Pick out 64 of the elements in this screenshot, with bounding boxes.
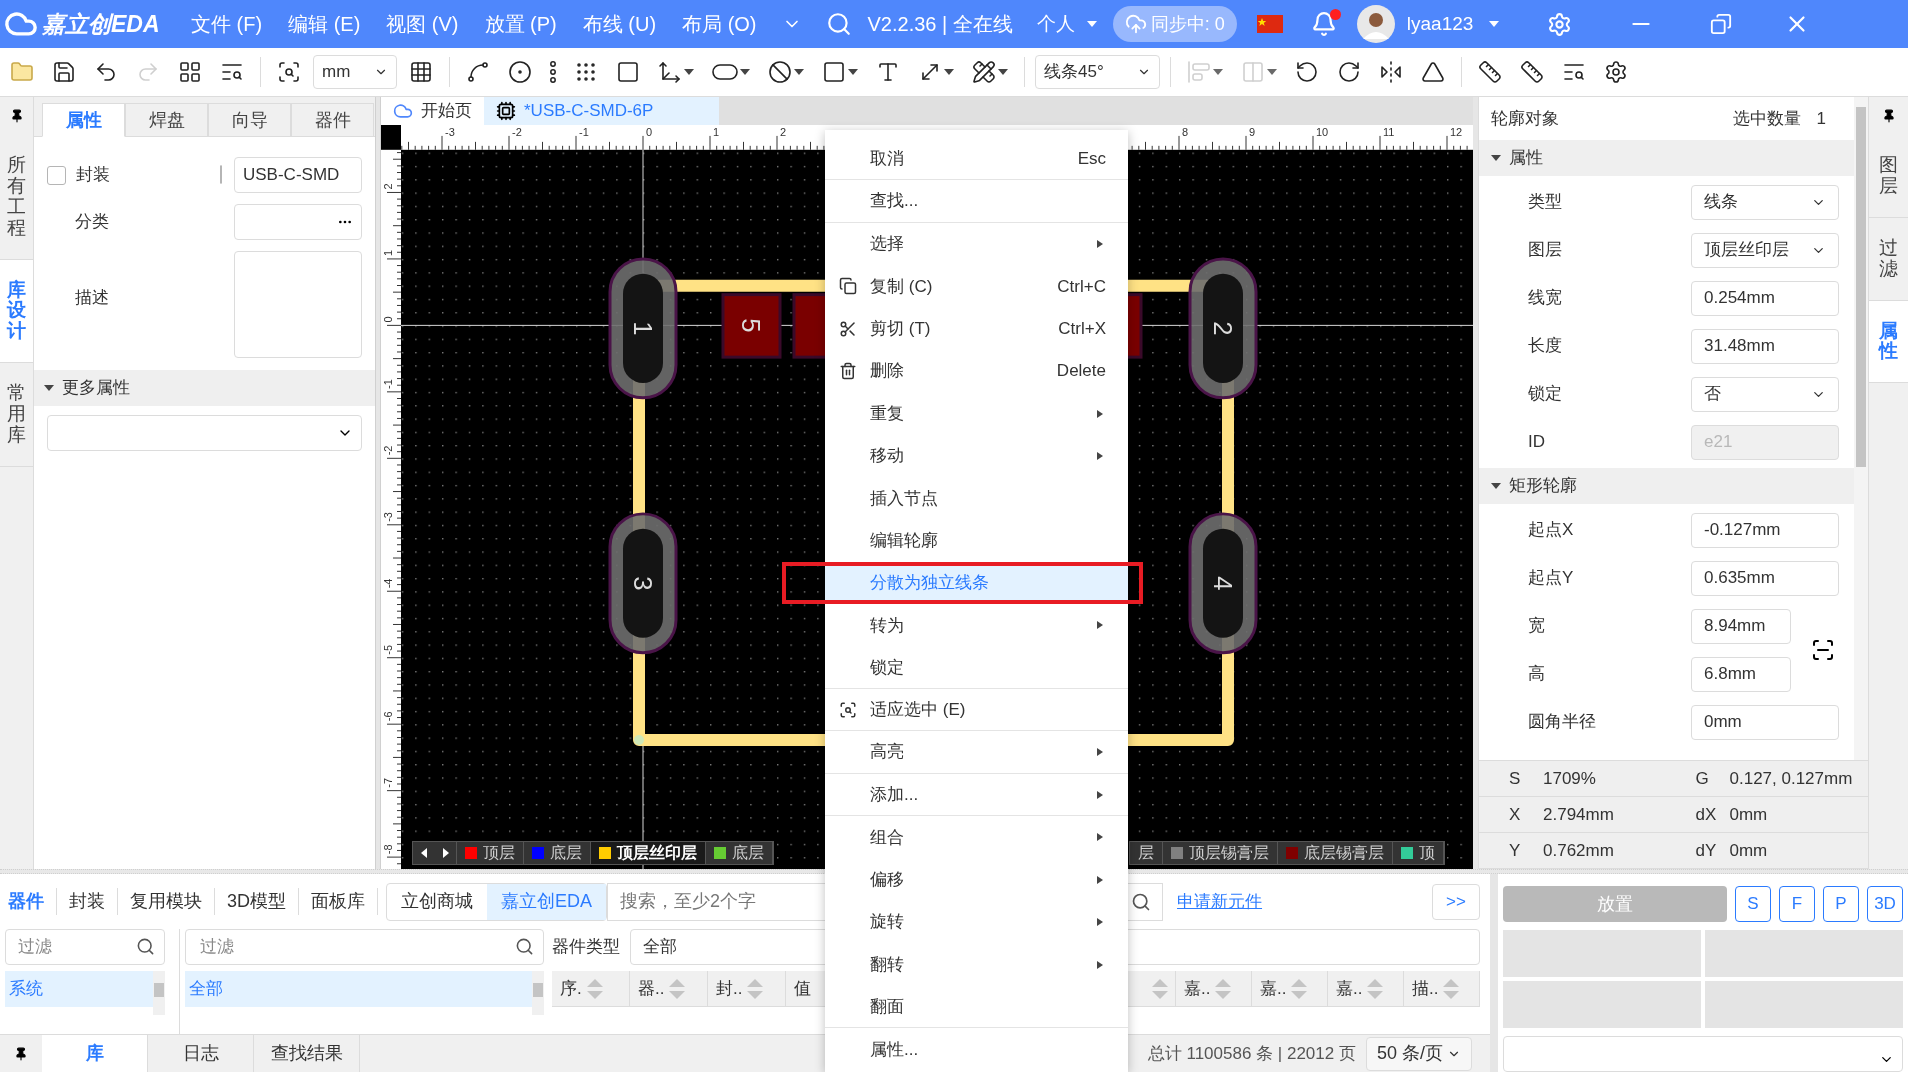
ruler-label: -8 <box>381 844 394 855</box>
ruler-label: -4 <box>381 578 394 589</box>
property-label: 高 <box>1528 663 1546 686</box>
ruler-label: -1 <box>579 125 589 138</box>
field-label: 分类 <box>75 211 109 234</box>
ruler-label: 11 <box>1383 125 1395 138</box>
pad-number: 4 <box>1209 576 1238 591</box>
ruler-label: 12 <box>1450 125 1463 138</box>
status-label: Y <box>1509 839 1522 862</box>
object-type: 轮廓对象 <box>1491 107 1559 130</box>
status-value: 0.127, 0.127mm <box>1729 767 1853 790</box>
ruler-label: 2 <box>381 183 394 190</box>
ruler-label: 0 <box>646 125 653 138</box>
pad-number: 5 <box>737 318 766 333</box>
selection-count: 1 <box>1816 107 1826 130</box>
property-label: ID <box>1528 431 1546 454</box>
property-label: 宽 <box>1528 615 1546 638</box>
pagination-summary: 总计 1100586 条 | 22012 页 <box>1147 1042 1356 1065</box>
ruler-label: 2 <box>780 125 787 138</box>
shortcut-label: Esc <box>1077 147 1106 170</box>
ruler-label: -7 <box>381 777 394 788</box>
selection-count-label: 选中数量 <box>1732 107 1801 130</box>
field-label: 器件类型 <box>552 936 620 959</box>
field-label: 描述 <box>75 287 109 309</box>
property-label: 起点X <box>1528 519 1575 542</box>
ruler-label: -2 <box>381 445 394 456</box>
status-label: dY <box>1695 839 1718 862</box>
ruler-label: 8 <box>1182 125 1189 138</box>
ruler-label: 0 <box>381 316 394 323</box>
shortcut-label: Delete <box>1056 360 1106 383</box>
ruler-label: -3 <box>445 125 455 138</box>
ruler-label: 9 <box>1249 125 1256 138</box>
status-value: 0mm <box>1729 839 1768 862</box>
app-logo: 嘉立创EDA <box>42 9 160 39</box>
ruler-label: -6 <box>381 711 394 722</box>
property-label: 线宽 <box>1528 287 1563 310</box>
version-label: V2.2.36 | 全在线 <box>867 12 1013 37</box>
field-label: 封装 <box>76 164 110 187</box>
property-label: 长度 <box>1528 335 1563 358</box>
status-label: dX <box>1695 803 1718 826</box>
status-label: X <box>1509 803 1522 826</box>
status-label: G <box>1695 767 1710 790</box>
shortcut-label: Ctrl+C <box>1057 275 1106 298</box>
property-label: 类型 <box>1528 191 1563 214</box>
status-label: S <box>1509 767 1522 790</box>
ruler-label: -5 <box>381 645 394 655</box>
ruler-label: 10 <box>1316 125 1329 138</box>
ruler-label: 1 <box>713 125 720 138</box>
pad-number: 1 <box>629 321 658 336</box>
status-value: 0mm <box>1729 803 1768 826</box>
shortcut-label: Ctrl+X <box>1058 318 1106 340</box>
ruler-label: 1 <box>381 249 394 256</box>
property-label: 图层 <box>1528 239 1563 262</box>
status-value: 1709% <box>1543 767 1596 790</box>
property-label: 起点Y <box>1528 567 1575 590</box>
status-value: 0.762mm <box>1543 839 1614 862</box>
pad-number: 2 <box>1209 321 1238 336</box>
property-label: 圆角半径 <box>1528 711 1597 734</box>
ruler-label: -1 <box>381 379 394 389</box>
property-label: 锁定 <box>1528 383 1563 406</box>
status-value: 2.794mm <box>1543 803 1614 826</box>
ruler-label: -3 <box>381 512 394 522</box>
pad-number: 3 <box>629 576 658 591</box>
ruler-label: -2 <box>512 125 522 138</box>
